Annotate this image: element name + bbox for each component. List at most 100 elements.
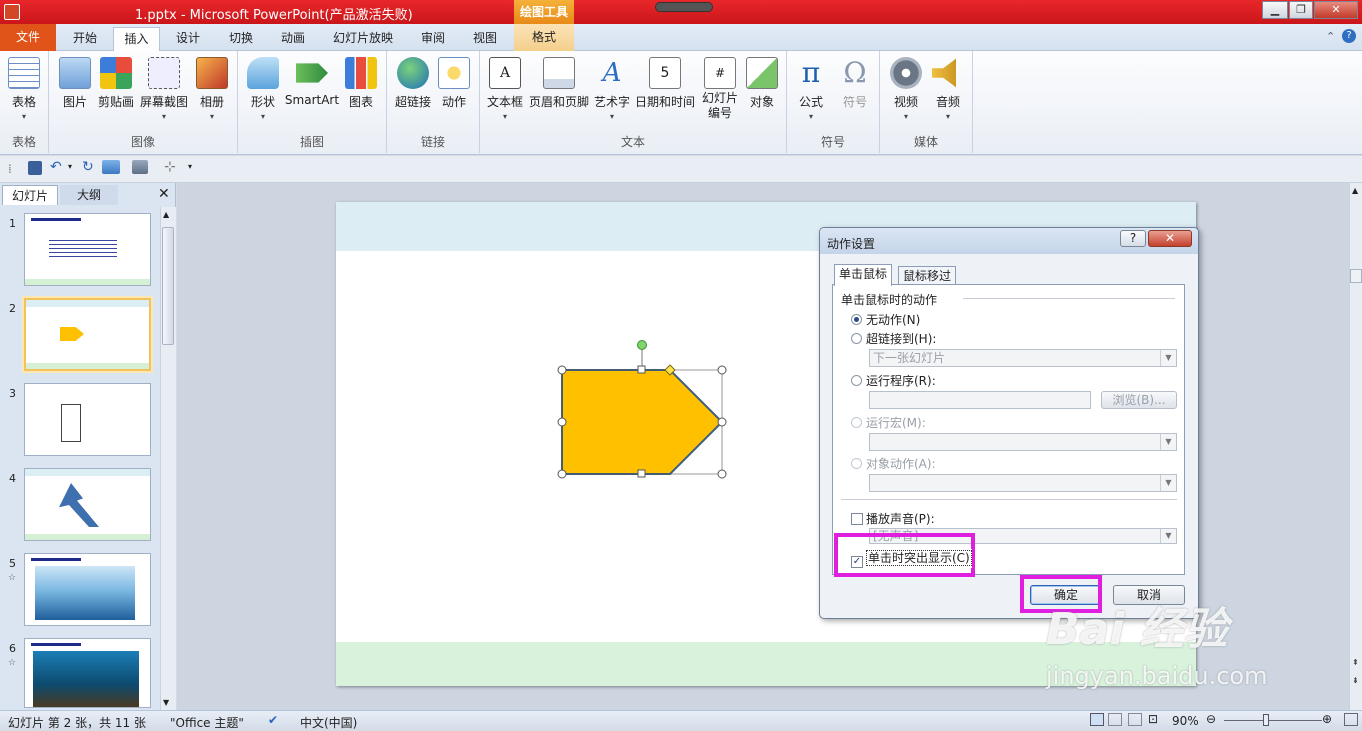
radio-button[interactable] (851, 417, 862, 428)
maximize-button[interactable]: ❐ (1289, 1, 1313, 19)
reading-view-icon[interactable] (1128, 713, 1142, 726)
save-icon[interactable] (28, 161, 42, 175)
browse-button[interactable]: 浏览(B)... (1101, 391, 1177, 409)
tab-file[interactable]: 文件 (0, 24, 56, 51)
slide-thumb-2[interactable]: 2 (0, 298, 160, 378)
tab-insert[interactable]: 插入 (113, 27, 160, 51)
dialog-close-button[interactable]: ✕ (1148, 230, 1192, 247)
chevron-down-icon[interactable]: ▼ (1160, 529, 1176, 543)
textbox-button[interactable]: A 文本框 ▾ (485, 57, 525, 121)
smartart-button[interactable]: SmartArt (284, 57, 340, 107)
header-footer-button[interactable]: 页眉和页脚 (528, 57, 590, 110)
minimize-button[interactable]: ▁ (1262, 1, 1288, 19)
chevron-down-icon[interactable]: ▼ (1160, 350, 1176, 366)
help-icon[interactable]: ? (1342, 29, 1356, 43)
radio-button[interactable] (851, 375, 862, 386)
scroll-up-icon[interactable]: ▲ (163, 210, 169, 219)
slide-thumbnail-selected[interactable] (24, 298, 151, 371)
cancel-button[interactable]: 取消 (1113, 585, 1185, 605)
slideshow-view-icon[interactable]: ⊡ (1148, 712, 1158, 726)
slide-thumbnail[interactable] (24, 553, 151, 626)
scroll-up-icon[interactable]: ▲ (1352, 186, 1358, 195)
zoom-level[interactable]: 90% (1172, 714, 1199, 728)
tab-outline[interactable]: 大纲 (60, 185, 118, 205)
language[interactable]: 中文(中国) (300, 714, 357, 731)
close-button[interactable]: ✕ (1314, 1, 1358, 19)
fit-to-window-icon[interactable] (1344, 713, 1358, 726)
tab-mouse-click[interactable]: 单击鼠标 (834, 264, 893, 286)
slide-thumbnail[interactable] (24, 638, 151, 708)
play-sound-checkbox[interactable]: 播放声音(P): (851, 510, 935, 527)
equation-button[interactable]: π 公式 ▾ (793, 57, 829, 122)
hyperlink-button[interactable]: 超链接 (393, 57, 433, 110)
chart-button[interactable]: 图表 (344, 57, 378, 110)
scroll-thumb[interactable] (162, 227, 174, 345)
chevron-down-icon[interactable]: ▼ (1160, 475, 1176, 491)
align-icon[interactable] (132, 160, 148, 174)
slide-thumb-4[interactable]: 4 (0, 468, 160, 548)
slide-thumb-6[interactable]: 6 ☆ (0, 638, 160, 718)
tab-view[interactable]: 视图 (462, 27, 508, 51)
radio-no-action[interactable]: 无动作(N) (851, 311, 920, 328)
macro-select[interactable]: ▼ (869, 433, 1177, 451)
undo-icon[interactable]: ↶ (50, 159, 62, 175)
prev-slide-icon[interactable]: ⇞ (1352, 659, 1359, 667)
powerpoint-app-icon[interactable] (4, 4, 20, 20)
picture-button[interactable]: 图片 (57, 57, 93, 110)
panel-scrollbar[interactable]: ▲ ▼ (160, 207, 176, 710)
date-time-button[interactable]: 5 日期和时间 (634, 57, 696, 110)
highlight-click-checkbox[interactable]: ✓ 单击时突出显示(C) (851, 549, 972, 568)
radio-button[interactable] (851, 333, 862, 344)
customize-qat-icon[interactable]: ▾ (188, 162, 192, 171)
slide-thumb-3[interactable]: 3 (0, 383, 160, 463)
chevron-down-icon[interactable]: ▼ (1160, 434, 1176, 450)
zoom-out-icon[interactable]: ⊖ (1206, 712, 1216, 726)
tab-slides[interactable]: 幻灯片 (2, 185, 58, 205)
slide-sorter-icon[interactable] (1108, 713, 1122, 726)
tab-review[interactable]: 审阅 (410, 27, 456, 51)
pentagon-arrow-shape[interactable] (556, 338, 756, 483)
screenshot-button[interactable]: 屏幕截图 ▾ (139, 57, 189, 121)
spellcheck-icon[interactable]: ✔ (268, 713, 278, 727)
slide-thumb-5[interactable]: 5 ☆ (0, 553, 160, 633)
tab-format[interactable]: 格式 (514, 24, 574, 51)
shapes-button[interactable]: 形状 ▾ (246, 57, 280, 121)
zoom-slider-track[interactable] (1224, 720, 1322, 721)
checkbox-checked[interactable]: ✓ (851, 556, 863, 568)
next-slide-icon[interactable]: ⇟ (1352, 677, 1359, 685)
table-button[interactable]: 表格 ▾ (4, 57, 44, 121)
normal-view-icon[interactable] (1090, 713, 1104, 726)
symbol-button[interactable]: Ω 符号 (837, 57, 873, 110)
tab-transitions[interactable]: 切换 (218, 27, 264, 51)
audio-button[interactable]: 音频 ▾ (930, 57, 966, 121)
tab-animations[interactable]: 动画 (270, 27, 316, 51)
slide-thumb-1[interactable]: 1 (0, 213, 160, 293)
slideshow-icon[interactable] (102, 160, 120, 174)
tab-home[interactable]: 开始 (60, 27, 110, 51)
clipart-button[interactable]: 剪贴画 (97, 57, 135, 110)
radio-run-macro[interactable]: 运行宏(M): (851, 414, 926, 431)
wordart-button[interactable]: A 艺术字 ▾ (592, 57, 632, 121)
theme-name[interactable]: "Office 主题" (170, 714, 244, 731)
slide-thumbnail[interactable] (24, 468, 151, 541)
slide-number-button[interactable]: # 幻灯片 编号 (698, 57, 742, 121)
radio-button-checked[interactable] (851, 314, 862, 325)
dialog-title-bar[interactable]: 动作设置 ? ✕ (820, 228, 1198, 254)
zoom-slider-thumb[interactable] (1263, 714, 1269, 726)
radio-hyperlink[interactable]: 超链接到(H): (851, 330, 936, 347)
collapse-ribbon-icon[interactable]: ⌃ (1326, 30, 1335, 43)
crosshair-icon[interactable]: ⊹ (164, 159, 176, 175)
radio-run-program[interactable]: 运行程序(R): (851, 372, 936, 389)
slide-thumbnail[interactable] (24, 213, 151, 286)
redo-icon[interactable]: ↻ (82, 159, 94, 175)
photo-album-button[interactable]: 相册 ▾ (194, 57, 230, 121)
undo-dropdown-icon[interactable]: ▾ (68, 162, 72, 171)
edit-scrollbar[interactable]: ▲ ⇞ ⇟ (1349, 183, 1362, 710)
program-path-input[interactable] (869, 391, 1091, 409)
radio-object-action[interactable]: 对象动作(A): (851, 455, 936, 472)
video-button[interactable]: 视频 ▾ (886, 57, 926, 121)
object-action-select[interactable]: ▼ (869, 474, 1177, 492)
zoom-in-icon[interactable]: ⊕ (1322, 712, 1332, 726)
tab-design[interactable]: 设计 (165, 27, 211, 51)
slide-thumbnail[interactable] (24, 383, 151, 456)
